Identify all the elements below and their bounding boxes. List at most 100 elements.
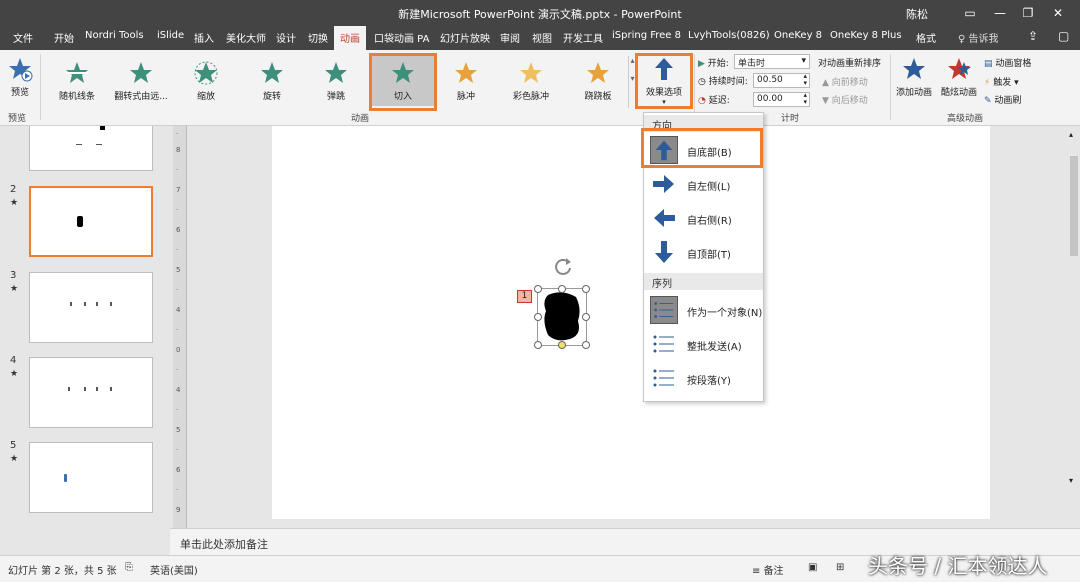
slide-thumb-4[interactable] [29,357,153,428]
slide-canvas[interactable]: 1 [272,126,990,519]
start-select[interactable]: 单击时 ▾ [734,54,810,69]
tab-meihua[interactable]: 美化大师 [226,30,266,45]
direction-from-right[interactable]: 自右侧(R) [644,201,763,235]
anim-label: 跷跷板 [584,92,612,102]
scroll-down-icon[interactable]: ▾ [1069,476,1073,485]
slide-thumb-1[interactable] [29,126,153,171]
preview-button[interactable]: 预览 [6,56,34,98]
animation-brush-button[interactable]: ✎ 动画刷 [984,93,1021,106]
anim-pulse[interactable]: 脉冲 [446,60,486,102]
resize-handle[interactable] [534,341,542,349]
sequence-by-paragraph[interactable]: 按段落(Y) [644,361,763,395]
delay-input[interactable]: 00.00 ▴ ▾ [753,92,810,107]
rotate-handle-icon[interactable] [552,256,574,278]
move-earlier-button[interactable]: ▲ 向前移动 [822,75,868,88]
sequence-as-one-object[interactable]: 作为一个对象(N) [644,293,763,327]
lightning-icon: ⚡ [984,78,991,88]
scroll-thumb[interactable] [1070,156,1078,256]
anim-flip-far[interactable]: 翻转式由远... [112,60,170,102]
sequence-all-at-once[interactable]: 整批发送(A) [644,327,763,361]
spell-check-icon[interactable]: ⎘ [125,562,133,573]
tab-transitions[interactable]: 切换 [308,30,328,45]
resize-handle[interactable] [534,285,542,293]
spinner-icon[interactable]: ▴ ▾ [803,92,807,106]
adjust-handle[interactable] [558,341,566,349]
animation-pane-button[interactable]: ▤ 动画窗格 [984,56,1031,69]
slide-editor[interactable]: 1 [187,126,1067,528]
resize-handle[interactable] [534,313,542,321]
divider [40,54,41,120]
user-name[interactable]: 陈松 [906,6,928,22]
tell-me-search[interactable]: ♀ 告诉我 [958,30,999,45]
anim-bounce[interactable]: 弹跳 [316,60,356,102]
tab-islide[interactable]: iSlide [157,30,184,41]
tab-nordri[interactable]: Nordri Tools [85,30,144,41]
tab-home[interactable]: 开始 [54,30,74,45]
slide-number: 2 [10,184,17,195]
minimize-button[interactable]: — [988,3,1012,23]
normal-view-icon[interactable]: ▣ [808,562,817,573]
add-animation-button[interactable]: 添加动画 [893,56,935,98]
comment-icon[interactable]: ▢ [1058,29,1069,43]
anim-random-bars[interactable]: 随机线条 [52,60,102,102]
slide-thumb-2[interactable] [29,186,153,257]
move-later-button[interactable]: ▼ 向后移动 [822,93,868,106]
tab-format[interactable]: 格式 [916,30,936,45]
tab-onekey8plus[interactable]: OneKey 8 Plus [830,30,902,41]
tab-slideshow[interactable]: 幻灯片放映 [440,30,490,45]
tab-review[interactable]: 审阅 [500,30,520,45]
tab-insert[interactable]: 插入 [194,30,214,45]
anim-spin[interactable]: 旋转 [252,60,292,102]
share-icon[interactable]: ⇪ [1028,29,1038,43]
slide-sorter-icon[interactable]: ⊞ [836,562,844,573]
close-button[interactable]: ✕ [1046,3,1070,23]
slide-thumb-3[interactable] [29,272,153,343]
resize-handle[interactable] [582,313,590,321]
anim-label: 旋转 [262,92,281,102]
cool-animation-button[interactable]: 酷炫动画 [938,56,980,98]
tab-view[interactable]: 视图 [532,30,552,45]
slide-thumbnail-panel[interactable]: 2 ★ 3 ★ 4 ★ 5 ★ [0,126,168,528]
shape [110,387,112,391]
anim-color-pulse[interactable]: 彩色脉冲 [508,60,554,102]
direction-label: 自顶部(T) [687,250,731,261]
delay-icon: ◔ [698,96,706,106]
language-indicator[interactable]: 英语(美国) [150,562,198,577]
scroll-up-icon[interactable]: ▴ [1069,130,1073,139]
shape [100,126,105,130]
resize-handle[interactable] [582,285,590,293]
watermark: 头条号 / 汇本领达人 [868,554,1048,578]
direction-label: 自右侧(R) [687,216,732,227]
spinner-icon[interactable]: ▴ ▾ [803,73,807,87]
tab-onekey8[interactable]: OneKey 8 [774,30,822,41]
tab-file[interactable]: 文件 [13,30,33,45]
vertical-scrollbar[interactable]: ▴ ▾ [1068,126,1080,528]
shape [96,387,98,391]
resize-handle[interactable] [582,341,590,349]
slide-thumb-5[interactable] [29,442,153,513]
anim-zoom[interactable]: 缩放 [186,60,226,102]
notes-toggle-button[interactable]: ≡ 备注 [752,562,784,577]
tab-pocket-anim[interactable]: 口袋动画 PA [374,30,429,45]
duration-value: 00.50 [757,75,783,85]
restore-button[interactable]: ❐ [1016,3,1040,23]
tab-ispring[interactable]: iSpring Free 8 [612,30,681,41]
tab-lvyhtools[interactable]: LvyhTools(0826) [688,30,770,41]
selected-shape[interactable] [534,285,590,349]
direction-from-top[interactable]: 自顶部(T) [644,235,763,269]
direction-from-left[interactable]: 自左侧(L) [644,167,763,201]
slide-number: 3 [10,270,17,281]
tab-animations[interactable]: 动画 [334,26,366,50]
shape [110,302,112,306]
ribbon-display-icon[interactable]: ▭ [958,3,982,23]
start-label: 开始: [707,59,729,69]
duration-input[interactable]: 00.50 ▴ ▾ [753,73,810,88]
tab-design[interactable]: 设计 [276,30,296,45]
notes-toggle-label: 备注 [763,566,784,577]
direction-label: 自左侧(L) [687,182,731,193]
trigger-button[interactable]: ⚡ 触发 ▾ [984,75,1019,88]
resize-handle[interactable] [558,285,566,293]
anim-teeter[interactable]: 跷跷板 [578,60,618,102]
tab-developer[interactable]: 开发工具 [563,30,603,45]
animation-order-badge[interactable]: 1 [517,290,532,303]
